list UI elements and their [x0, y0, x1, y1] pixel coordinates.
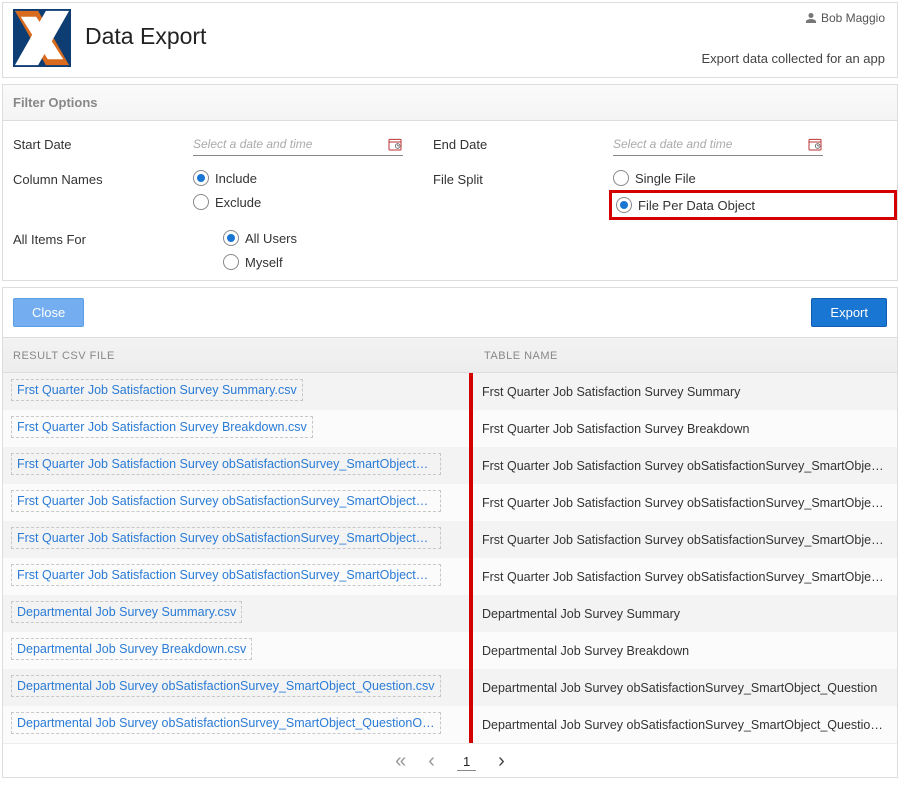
- table-name-cell: Frst Quarter Job Satisfaction Survey obS…: [476, 570, 889, 584]
- table-row: Frst Quarter Job Satisfaction Survey Bre…: [3, 410, 897, 447]
- radio-dot-icon: [223, 254, 239, 270]
- calendar-icon: [807, 136, 823, 152]
- table-row: Frst Quarter Job Satisfaction Survey obS…: [3, 521, 897, 558]
- radio-file-per-object[interactable]: File Per Data Object: [609, 190, 897, 220]
- end-date-placeholder: Select a date and time: [613, 137, 732, 151]
- csv-file-link[interactable]: Frst Quarter Job Satisfaction Survey obS…: [11, 527, 441, 549]
- radio-dot-icon: [223, 230, 239, 246]
- table-name-cell: Frst Quarter Job Satisfaction Survey obS…: [476, 533, 889, 547]
- pager-next-icon[interactable]: ›: [498, 750, 505, 773]
- radio-dot-icon: [613, 170, 629, 186]
- results-rows: Frst Quarter Job Satisfaction Survey Sum…: [3, 373, 897, 743]
- radio-all-users[interactable]: All Users: [223, 230, 433, 246]
- page-subtitle: Export data collected for an app: [701, 51, 885, 66]
- table-name-cell: Frst Quarter Job Satisfaction Survey obS…: [476, 459, 889, 473]
- results-panel: Close Export RESULT CSV FILE TABLE NAME …: [2, 287, 898, 778]
- action-bar: Close Export: [3, 288, 897, 337]
- start-date-input[interactable]: Select a date and time: [193, 135, 403, 156]
- table-name-cell: Departmental Job Survey Summary: [476, 607, 889, 621]
- radio-label: File Per Data Object: [638, 198, 755, 213]
- table-row: Departmental Job Survey Breakdown.csv Dep…: [3, 632, 897, 669]
- csv-file-link[interactable]: Departmental Job Survey Breakdown.csv: [11, 638, 252, 660]
- highlight-marker: [469, 373, 473, 743]
- filter-section-title: Filter Options: [3, 85, 897, 121]
- radio-dot-icon: [193, 170, 209, 186]
- radio-exclude[interactable]: Exclude: [193, 194, 433, 210]
- radio-dot-icon: [616, 197, 632, 213]
- user-name: Bob Maggio: [821, 11, 885, 25]
- table-name-cell: Frst Quarter Job Satisfaction Survey Bre…: [476, 422, 889, 436]
- all-items-label: All Items For: [13, 230, 193, 247]
- calendar-icon: [387, 136, 403, 152]
- col-head-table: TABLE NAME: [478, 350, 887, 362]
- pager-first-icon[interactable]: «: [395, 750, 406, 773]
- table-row: Frst Quarter Job Satisfaction Survey obS…: [3, 484, 897, 521]
- end-date-label: End Date: [433, 135, 613, 152]
- table-row: Departmental Job Survey Summary.csv Depar…: [3, 595, 897, 632]
- csv-file-link[interactable]: Departmental Job Survey obSatisfactionSu…: [11, 712, 441, 734]
- radio-label: Exclude: [215, 195, 261, 210]
- end-date-input[interactable]: Select a date and time: [613, 135, 823, 156]
- radio-myself[interactable]: Myself: [223, 254, 433, 270]
- header-panel: Data Export Bob Maggio Export data colle…: [2, 2, 898, 78]
- col-head-file: RESULT CSV FILE: [13, 350, 478, 362]
- pager-prev-icon[interactable]: ‹: [428, 750, 435, 773]
- results-header: RESULT CSV FILE TABLE NAME: [3, 338, 897, 373]
- app-logo: [13, 9, 71, 67]
- pager-page-number[interactable]: 1: [457, 753, 476, 771]
- start-date-placeholder: Select a date and time: [193, 137, 312, 151]
- export-button[interactable]: Export: [811, 298, 887, 327]
- radio-label: All Users: [245, 231, 297, 246]
- pager: « ‹ 1 ›: [3, 743, 897, 777]
- csv-file-link[interactable]: Frst Quarter Job Satisfaction Survey obS…: [11, 490, 441, 512]
- radio-label: Include: [215, 171, 257, 186]
- radio-label: Single File: [635, 171, 696, 186]
- start-date-label: Start Date: [13, 135, 193, 152]
- csv-file-link[interactable]: Frst Quarter Job Satisfaction Survey obS…: [11, 453, 441, 475]
- table-row: Frst Quarter Job Satisfaction Survey obS…: [3, 558, 897, 595]
- radio-label: Myself: [245, 255, 283, 270]
- csv-file-link[interactable]: Frst Quarter Job Satisfaction Survey Bre…: [11, 416, 313, 438]
- radio-include[interactable]: Include: [193, 170, 433, 186]
- csv-file-link[interactable]: Frst Quarter Job Satisfaction Survey obS…: [11, 564, 441, 586]
- table-name-cell: Frst Quarter Job Satisfaction Survey obS…: [476, 496, 889, 510]
- radio-single-file[interactable]: Single File: [613, 170, 893, 186]
- csv-file-link[interactable]: Departmental Job Survey obSatisfactionSu…: [11, 675, 441, 697]
- table-row: Departmental Job Survey obSatisfactionSu…: [3, 706, 897, 743]
- table-row: Frst Quarter Job Satisfaction Survey Sum…: [3, 373, 897, 410]
- table-row: Frst Quarter Job Satisfaction Survey obS…: [3, 447, 897, 484]
- table-row: Departmental Job Survey obSatisfactionSu…: [3, 669, 897, 706]
- table-name-cell: Departmental Job Survey obSatisfactionSu…: [476, 718, 889, 732]
- table-name-cell: Departmental Job Survey Breakdown: [476, 644, 889, 658]
- file-split-label: File Split: [433, 170, 613, 187]
- table-name-cell: Departmental Job Survey obSatisfactionSu…: [476, 681, 889, 695]
- close-button[interactable]: Close: [13, 298, 84, 327]
- table-name-cell: Frst Quarter Job Satisfaction Survey Sum…: [476, 385, 889, 399]
- user-icon: [805, 12, 817, 24]
- csv-file-link[interactable]: Frst Quarter Job Satisfaction Survey Sum…: [11, 379, 303, 401]
- page-title: Data Export: [85, 23, 206, 50]
- csv-file-link[interactable]: Departmental Job Survey Summary.csv: [11, 601, 242, 623]
- user-block[interactable]: Bob Maggio: [805, 11, 885, 25]
- radio-dot-icon: [193, 194, 209, 210]
- filter-panel: Filter Options Start Date Select a date …: [2, 84, 898, 281]
- column-names-label: Column Names: [13, 170, 193, 187]
